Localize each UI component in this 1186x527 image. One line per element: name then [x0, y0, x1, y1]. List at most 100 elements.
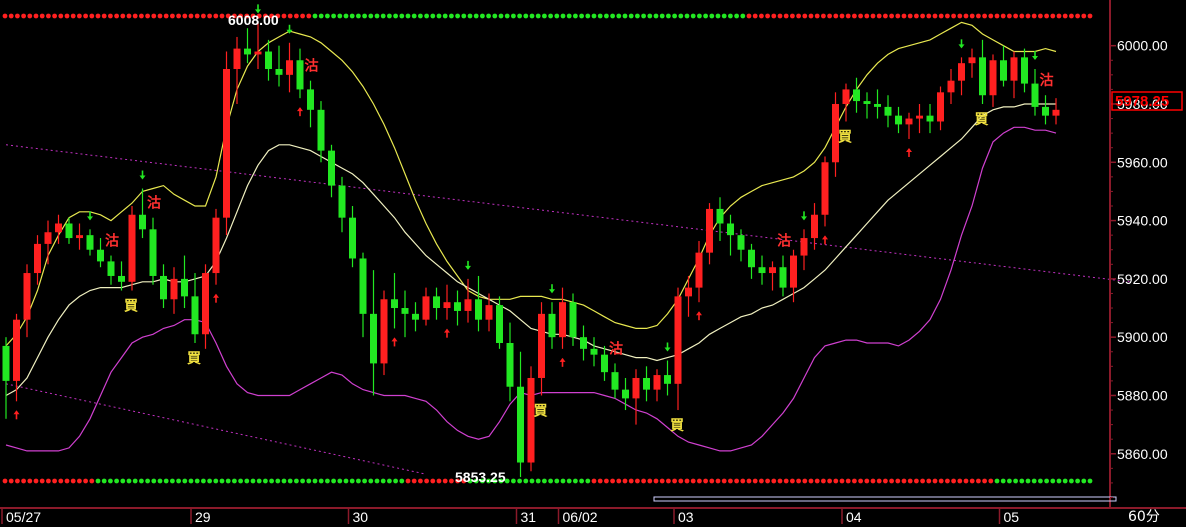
dot: [628, 13, 634, 19]
candle-body: [958, 63, 965, 81]
buy-signal: 買: [670, 418, 685, 434]
dot: [864, 478, 870, 484]
dot: [864, 13, 870, 19]
dot: [455, 13, 460, 19]
dot: [89, 478, 95, 484]
dot: [1007, 478, 1012, 484]
dot: [281, 478, 287, 484]
dot: [163, 13, 169, 19]
dot: [573, 478, 578, 484]
dot: [957, 478, 963, 484]
dot: [281, 13, 287, 19]
dot: [275, 478, 281, 484]
dot: [170, 478, 175, 484]
dot: [982, 478, 987, 484]
dot: [213, 478, 219, 484]
dot: [442, 478, 448, 484]
candle-body: [863, 101, 871, 104]
dot: [690, 13, 696, 19]
candle-body: [1052, 109, 1060, 116]
dot: [821, 13, 826, 19]
dot: [535, 478, 541, 484]
dot: [52, 478, 57, 484]
candle-body: [44, 232, 52, 244]
dot: [845, 13, 851, 19]
candle-body: [758, 267, 766, 274]
candle-body: [391, 299, 398, 309]
dot: [858, 13, 863, 19]
dot: [542, 13, 547, 19]
y-tick-label: 5920.00: [1117, 271, 1168, 287]
candle-body: [769, 267, 776, 274]
dot: [721, 13, 727, 19]
dot: [945, 478, 950, 484]
dot: [765, 13, 770, 19]
dot: [926, 13, 932, 19]
dot: [380, 478, 386, 484]
candle-body: [412, 313, 419, 320]
dot: [678, 13, 684, 19]
dot: [759, 13, 764, 19]
dot: [1062, 478, 1068, 484]
dot: [151, 478, 157, 484]
candle-body: [727, 223, 734, 236]
dot: [926, 478, 932, 484]
dot: [27, 478, 33, 484]
dot: [740, 478, 746, 484]
dot: [188, 13, 194, 19]
dot: [430, 478, 436, 484]
x-tick-label: 30: [353, 509, 369, 525]
dot: [585, 478, 591, 484]
dot: [1038, 478, 1043, 484]
dot: [387, 13, 392, 19]
dot: [523, 13, 529, 19]
dot: [325, 13, 330, 19]
candle-body: [2, 345, 10, 381]
dot: [647, 478, 653, 484]
candlestick-chart: 買買買買買買沽沽沽沽沽沽 6000.005980.005960.005940.0…: [0, 0, 1186, 527]
candle-body: [97, 249, 104, 262]
dot: [411, 478, 417, 484]
dot: [808, 13, 814, 19]
dot: [963, 478, 969, 484]
timeframe-label[interactable]: 60分: [1128, 509, 1160, 525]
candle-body: [916, 115, 923, 119]
dot: [914, 13, 919, 19]
dot: [548, 478, 553, 484]
dot: [542, 478, 547, 484]
candle-body: [107, 261, 115, 276]
candle-body: [716, 208, 724, 224]
candle: [128, 206, 136, 291]
dot: [287, 13, 293, 19]
dot: [312, 478, 318, 484]
dot: [740, 13, 746, 19]
dot: [318, 478, 324, 484]
dot: [616, 13, 622, 19]
dot: [988, 478, 994, 484]
dot: [1050, 13, 1056, 19]
dot: [969, 13, 975, 19]
dot: [833, 478, 839, 484]
dot: [895, 13, 901, 19]
candle: [223, 51, 230, 236]
candle-body: [506, 343, 514, 387]
dot: [219, 478, 225, 484]
dot: [907, 478, 913, 484]
dot: [368, 13, 374, 19]
candle-body: [968, 57, 976, 64]
buy-signal: 買: [838, 129, 853, 145]
candle-body: [821, 162, 829, 215]
dot: [1038, 13, 1043, 19]
candle-body: [307, 89, 314, 110]
dot: [771, 13, 777, 19]
dot: [883, 478, 888, 484]
dot: [901, 478, 907, 484]
dot: [151, 13, 157, 19]
dot: [188, 478, 194, 484]
dot: [709, 478, 715, 484]
dot: [938, 13, 944, 19]
candle-body: [23, 273, 31, 320]
dot: [145, 13, 151, 19]
dot: [653, 13, 659, 19]
dot: [300, 13, 305, 19]
